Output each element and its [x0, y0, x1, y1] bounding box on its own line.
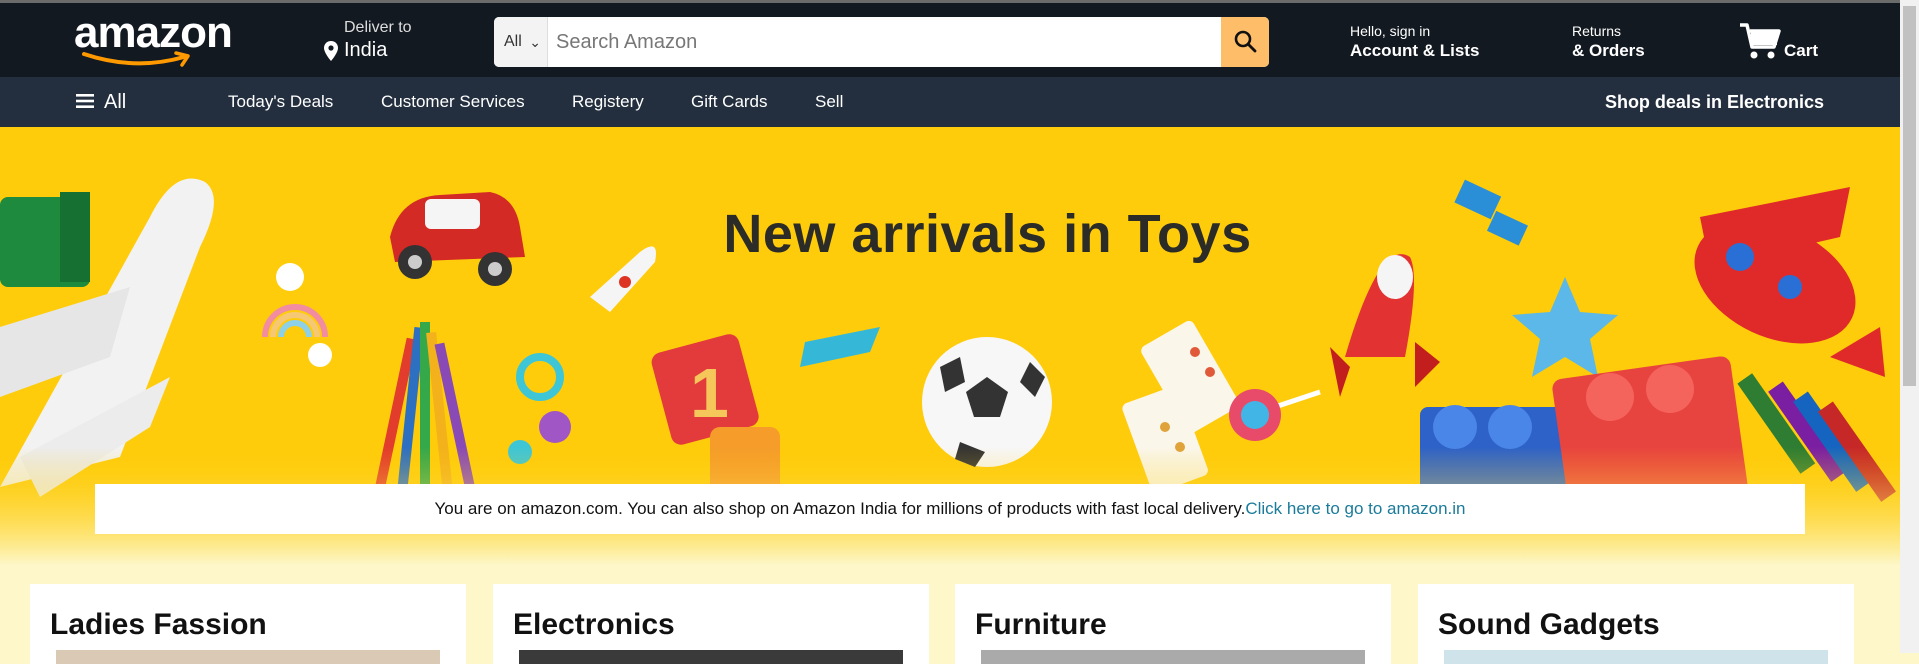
- cart-button[interactable]: Cart: [1738, 21, 1818, 66]
- hero-banner[interactable]: 1 New arrivals in Toys You are on amazon…: [0, 127, 1900, 565]
- top-header: amazon Deliver to India All ⌄ Hello, sig…: [0, 0, 1900, 77]
- card-image[interactable]: [1444, 650, 1828, 664]
- account-label: Account & Lists: [1350, 41, 1480, 60]
- lollipop-toy: [1229, 389, 1321, 441]
- card-title: Sound Gadgets: [1438, 608, 1660, 641]
- nav-bar: All Today's Deals Customer Services Regi…: [0, 77, 1900, 127]
- locale-notice: You are on amazon.com. You can also shop…: [95, 484, 1805, 534]
- card-title: Furniture: [975, 608, 1107, 641]
- nav-item-customer-services[interactable]: Customer Services: [381, 77, 525, 127]
- card-image[interactable]: [981, 650, 1365, 664]
- hamburger-icon: [76, 94, 94, 109]
- deliver-label: Deliver to: [344, 19, 412, 36]
- small-plane-toy: [800, 327, 880, 367]
- scrollbar-thumb[interactable]: [1903, 6, 1916, 386]
- cart-icon: [1740, 23, 1781, 59]
- nav-item-registery[interactable]: Registery: [572, 77, 644, 127]
- search-button[interactable]: [1221, 17, 1269, 67]
- all-menu-label: All: [104, 91, 127, 113]
- amazon-logo[interactable]: amazon: [74, 8, 233, 67]
- location-pin-icon: [324, 41, 338, 61]
- orders-label: & Orders: [1572, 41, 1645, 60]
- all-menu-button[interactable]: All: [76, 77, 126, 127]
- nav-item-gift-cards[interactable]: Gift Cards: [691, 77, 768, 127]
- deliver-country: India: [344, 39, 388, 61]
- search-category-label: All: [504, 33, 522, 50]
- search-bar: All ⌄: [494, 17, 1269, 67]
- returns-orders[interactable]: Returns & Orders: [1572, 23, 1645, 61]
- nav-item-sell[interactable]: Sell: [815, 77, 843, 127]
- chevron-down-icon: ⌄: [529, 34, 541, 50]
- nav-item-todays-deals[interactable]: Today's Deals: [228, 77, 333, 127]
- hero-title: New arrivals in Toys: [723, 204, 1252, 264]
- card-image[interactable]: [56, 650, 440, 664]
- category-card-electronics[interactable]: Electronics: [493, 584, 929, 664]
- account-lists[interactable]: Hello, sign in Account & Lists: [1350, 23, 1479, 61]
- vertical-scrollbar[interactable]: [1900, 0, 1919, 653]
- card-title: Ladies Fassion: [50, 608, 267, 641]
- nav-promo-link[interactable]: Shop deals in Electronics: [1605, 77, 1824, 127]
- logo-smile-icon: [82, 51, 190, 67]
- search-icon: [1234, 30, 1257, 52]
- category-card-furniture[interactable]: Furniture: [955, 584, 1391, 664]
- account-greeting: Hello, sign in: [1350, 23, 1431, 39]
- amazon-in-link[interactable]: Click here to go to amazon.in: [1245, 499, 1465, 518]
- star-toy: [1512, 277, 1618, 377]
- category-card-sound-gadgets[interactable]: Sound Gadgets: [1418, 584, 1854, 664]
- logo-text: amazon: [74, 8, 233, 57]
- rainbow-toy: [262, 304, 328, 338]
- search-input[interactable]: [550, 17, 1210, 67]
- card-image[interactable]: [519, 650, 903, 664]
- locale-notice-text: You are on amazon.com. You can also shop…: [434, 499, 1246, 518]
- svg-text:1: 1: [690, 354, 729, 432]
- returns-label: Returns: [1572, 23, 1622, 39]
- search-category-select[interactable]: All ⌄: [494, 17, 548, 67]
- card-title: Electronics: [513, 608, 675, 641]
- category-card-ladies-fassion[interactable]: Ladies Fassion: [30, 584, 466, 664]
- rocket-toy-right: [1330, 254, 1440, 397]
- cart-label: Cart: [1784, 41, 1819, 60]
